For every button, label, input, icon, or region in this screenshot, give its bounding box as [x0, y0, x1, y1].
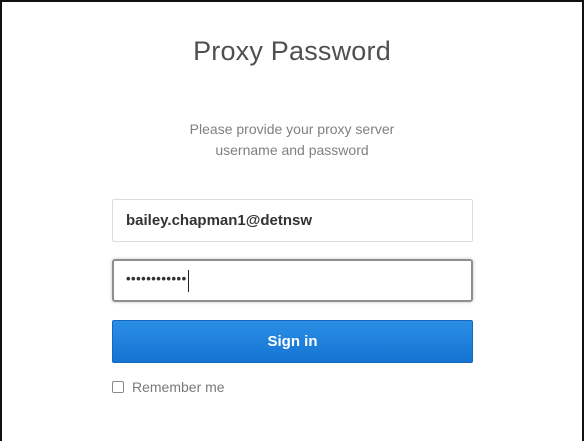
remember-me-checkbox[interactable] [112, 381, 124, 393]
password-field[interactable]: •••••••••••• [112, 259, 473, 302]
remember-me-label: Remember me [132, 379, 225, 395]
subtitle-line-1: Please provide your proxy server [189, 121, 395, 137]
text-caret [187, 269, 189, 292]
password-mask: •••••••••••• [126, 271, 187, 286]
sign-in-button[interactable]: Sign in [112, 320, 473, 363]
proxy-password-dialog: Proxy Password Please provide your proxy… [0, 0, 584, 441]
sign-in-label: Sign in [267, 333, 318, 350]
dialog-subtitle: Please provide your proxy server usernam… [2, 119, 582, 161]
username-field[interactable]: bailey.chapman1@detnsw [112, 199, 473, 242]
username-value: bailey.chapman1@detnsw [126, 212, 313, 229]
remember-me-option[interactable]: Remember me [112, 379, 225, 395]
dialog-title: Proxy Password [193, 36, 391, 66]
subtitle-line-2: username and password [215, 142, 369, 158]
